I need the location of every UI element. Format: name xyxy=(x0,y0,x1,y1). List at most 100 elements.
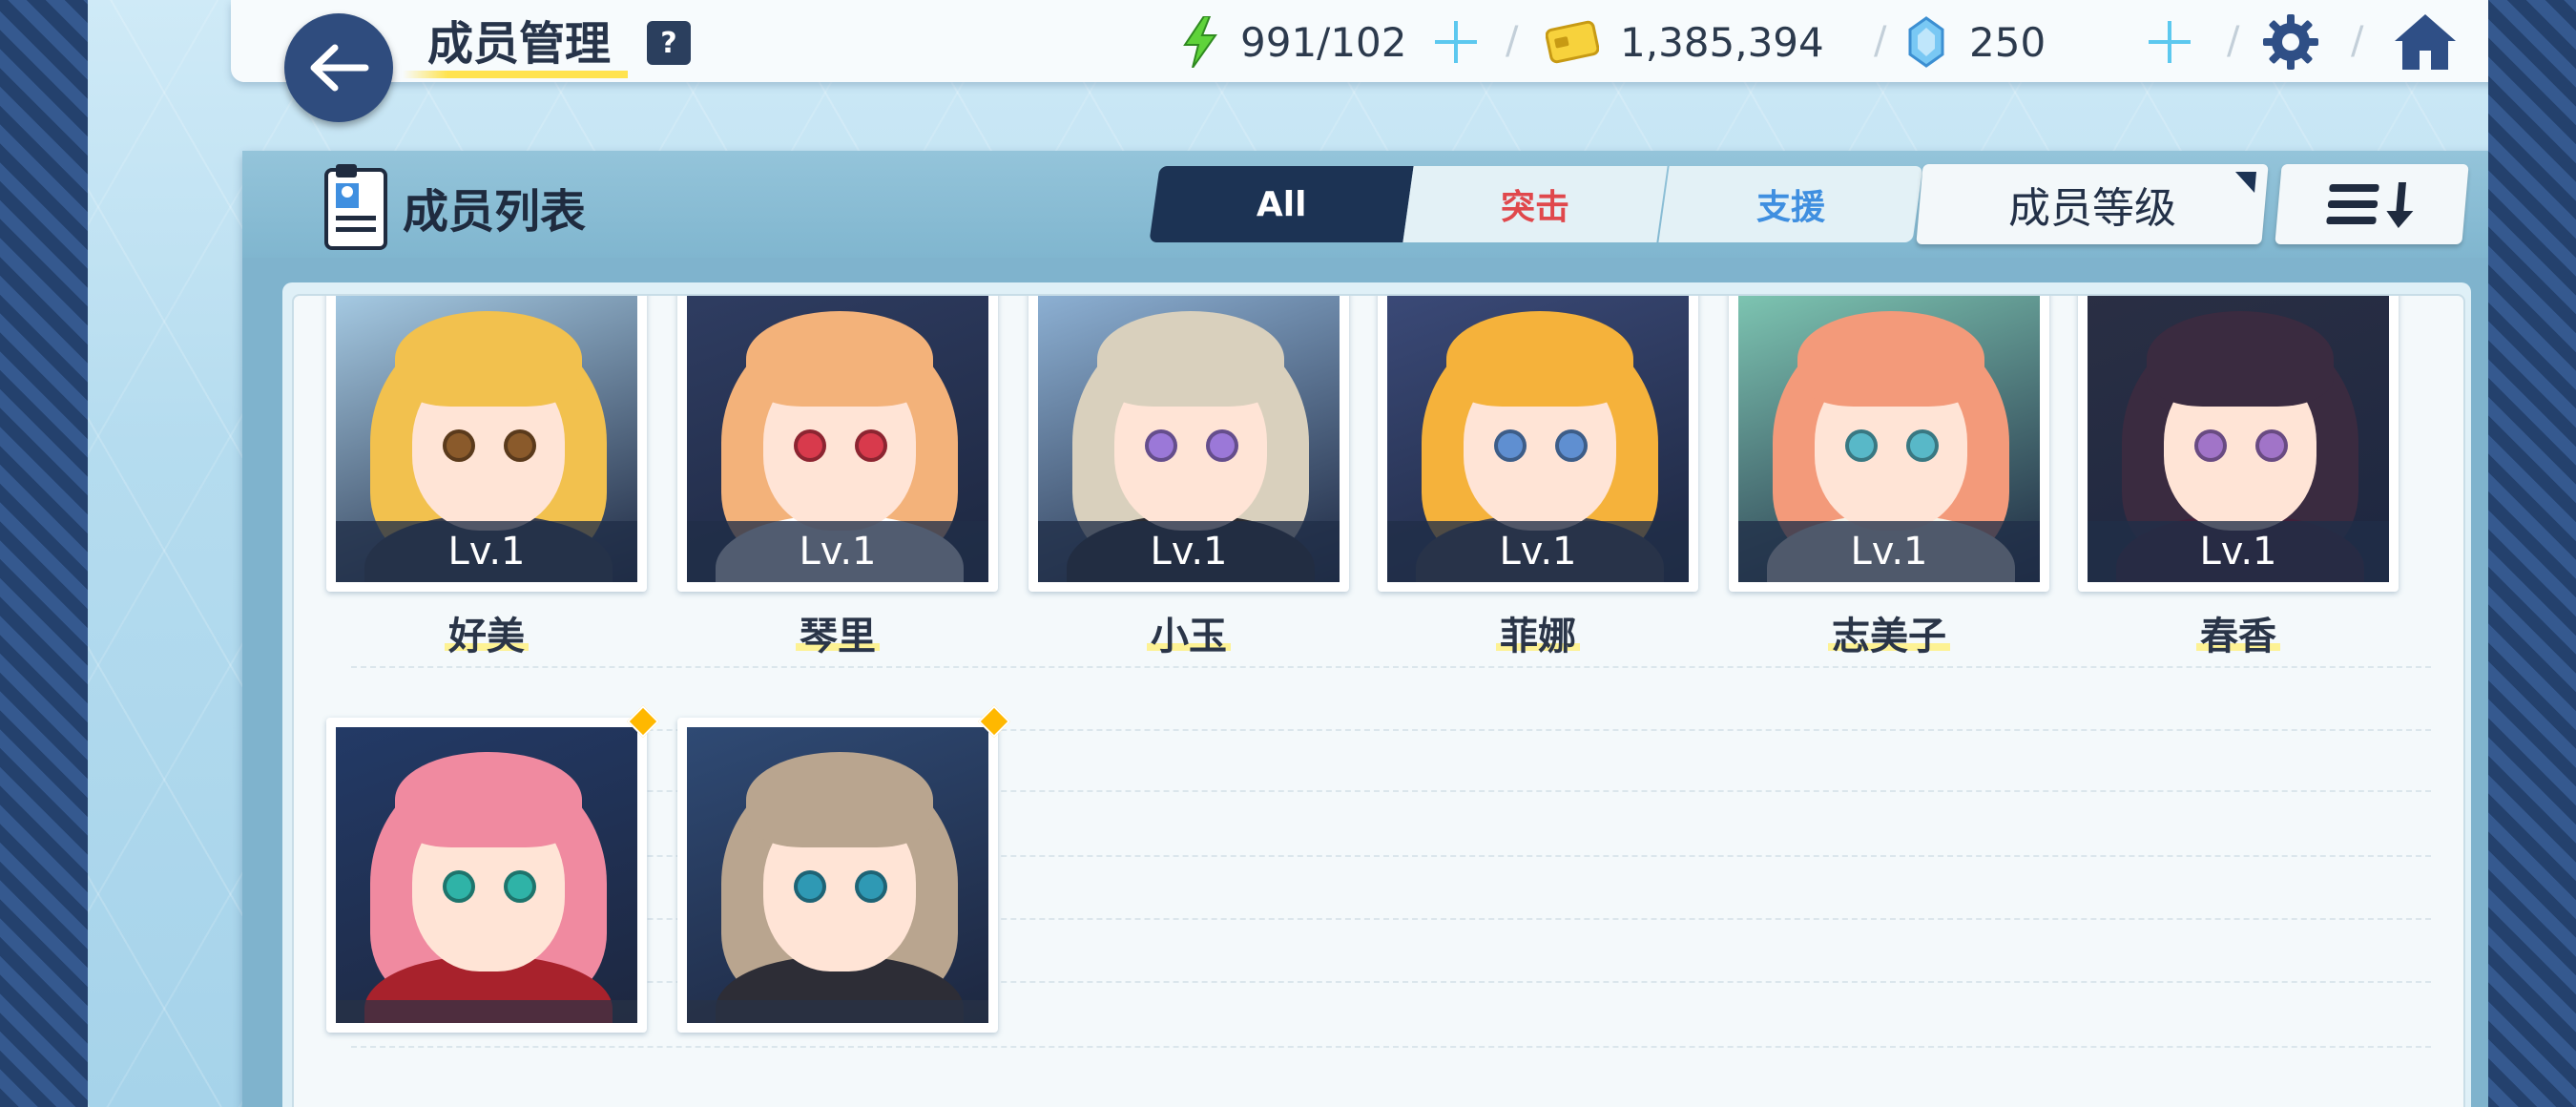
portrait-eye xyxy=(2194,429,2227,462)
portrait-bangs xyxy=(746,752,933,847)
member-card[interactable]: Lv.1 xyxy=(677,296,998,592)
panel-header: 成员列表 All 突击 支援 成员等级 xyxy=(242,151,2488,258)
separator: / xyxy=(1506,19,1519,63)
portrait-eye xyxy=(1206,429,1238,462)
portrait-eye xyxy=(443,429,475,462)
member-name: 志美子 xyxy=(1832,615,1946,658)
card-bottom-fade xyxy=(336,1000,637,1023)
member-card[interactable] xyxy=(677,705,1010,1033)
portrait-bangs xyxy=(395,752,582,847)
member-level: Lv.1 xyxy=(1038,521,1340,582)
portrait-bangs xyxy=(746,311,933,407)
member-card[interactable] xyxy=(326,705,659,1033)
separator: / xyxy=(2227,19,2240,63)
energy-value: 991/102 xyxy=(1240,18,1407,66)
plus-icon xyxy=(1435,21,1477,63)
energy-add-button[interactable] xyxy=(1427,15,1485,69)
panel-title: 成员列表 xyxy=(403,185,587,239)
dropdown-corner-icon xyxy=(2233,172,2256,193)
home-icon xyxy=(2395,14,2456,70)
member-name: 菲娜 xyxy=(1500,615,1576,658)
member-name: 小玉 xyxy=(1151,615,1227,658)
portrait-eye xyxy=(794,870,826,903)
tab-all[interactable]: All xyxy=(1149,166,1414,242)
separator: / xyxy=(2351,19,2364,63)
portrait-eye xyxy=(794,429,826,462)
member-card-icon xyxy=(324,164,387,250)
sort-dropdown-label: 成员等级 xyxy=(2008,184,2176,233)
credit-card-icon xyxy=(1546,20,1599,64)
grid-divider xyxy=(351,918,2431,920)
gems-add-button[interactable] xyxy=(2141,15,2198,69)
member-level: Lv.1 xyxy=(2088,521,2389,582)
back-button[interactable] xyxy=(284,13,393,122)
portrait-eye xyxy=(855,870,887,903)
member-level: Lv.1 xyxy=(687,521,988,582)
grid-divider xyxy=(351,729,2431,731)
portrait-eye xyxy=(2255,429,2288,462)
grid-divider xyxy=(351,981,2431,983)
portrait-eye xyxy=(1494,429,1527,462)
sort-order-button[interactable] xyxy=(2275,164,2469,244)
grid-divider xyxy=(351,1046,2431,1048)
lightning-icon xyxy=(1183,16,1217,68)
portrait-eye xyxy=(443,870,475,903)
member-card[interactable]: Lv.1 xyxy=(1729,296,2049,592)
energy-display: 991/102 xyxy=(1181,15,1406,69)
arrow-left-icon xyxy=(310,44,369,92)
gems-value: 250 xyxy=(1969,18,2046,66)
credits-value: 1,385,394 xyxy=(1620,18,1824,66)
tab-support[interactable]: 支援 xyxy=(1658,166,1923,242)
portrait-bangs xyxy=(1446,311,1633,407)
page-title: 成员管理 xyxy=(427,17,612,71)
member-level: Lv.1 xyxy=(336,521,637,582)
portrait-eye xyxy=(1555,429,1588,462)
settings-button[interactable] xyxy=(2257,14,2324,70)
portrait-bangs xyxy=(1797,311,1984,407)
tab-strike-label: 突击 xyxy=(1500,188,1569,227)
gem-icon xyxy=(1908,16,1944,68)
grid-divider xyxy=(351,666,2431,668)
tab-strike[interactable]: 突击 xyxy=(1402,166,1668,242)
help-button[interactable]: ? xyxy=(647,21,691,65)
portrait-bangs xyxy=(2147,311,2334,407)
portrait-bangs xyxy=(395,311,582,407)
portrait-bangs xyxy=(1097,311,1284,407)
gems-display: 250 xyxy=(1906,15,2046,69)
left-border xyxy=(0,0,95,1107)
grid-divider xyxy=(351,855,2431,857)
member-card[interactable]: Lv.1 xyxy=(1028,296,1349,592)
right-border xyxy=(2481,0,2576,1107)
portrait-eye xyxy=(504,429,536,462)
member-list-area: Lv.1 好美 Lv.1 琴里 Lv.1 小玉 Lv.1 菲娜 Lv.1 志美子 Lv.1 春香 xyxy=(282,282,2471,1107)
member-name: 好美 xyxy=(448,615,525,658)
portrait-eye xyxy=(504,870,536,903)
home-button[interactable] xyxy=(2391,14,2460,70)
member-name: 春香 xyxy=(2200,615,2276,658)
tab-all-label: All xyxy=(1256,184,1307,224)
portrait-eye xyxy=(1145,429,1177,462)
member-card[interactable]: Lv.1 xyxy=(326,296,647,592)
separator: / xyxy=(1874,19,1887,63)
sort-descending-icon xyxy=(2326,182,2414,228)
sort-dropdown[interactable]: 成员等级 xyxy=(1916,164,2269,244)
gear-icon xyxy=(2263,14,2318,70)
member-grid[interactable]: Lv.1 好美 Lv.1 琴里 Lv.1 小玉 Lv.1 菲娜 Lv.1 志美子 Lv.1 春香 xyxy=(292,294,2465,1107)
plus-icon xyxy=(2149,21,2191,63)
portrait-eye xyxy=(855,429,887,462)
grid-divider xyxy=(351,790,2431,792)
member-list-panel: 成员列表 All 突击 支援 成员等级 Lv.1 好美 Lv.1 琴里 Lv.1… xyxy=(242,151,2488,1107)
member-portrait xyxy=(336,727,637,1023)
portrait-eye xyxy=(1845,429,1878,462)
member-card[interactable]: Lv.1 xyxy=(2078,296,2399,592)
member-level: Lv.1 xyxy=(1738,521,2040,582)
member-card[interactable]: Lv.1 xyxy=(1378,296,1698,592)
portrait-eye xyxy=(1906,429,1939,462)
credits-display: 1,385,394 xyxy=(1546,15,1824,69)
member-level: Lv.1 xyxy=(1387,521,1689,582)
game-screen: 991/102 / 1,385,394 / 250 / / 成员管理 ? 成员列… xyxy=(88,0,2488,1107)
member-portrait xyxy=(687,727,988,1023)
tab-support-label: 支援 xyxy=(1755,188,1825,227)
member-name: 琴里 xyxy=(800,615,876,658)
card-bottom-fade xyxy=(687,1000,988,1023)
